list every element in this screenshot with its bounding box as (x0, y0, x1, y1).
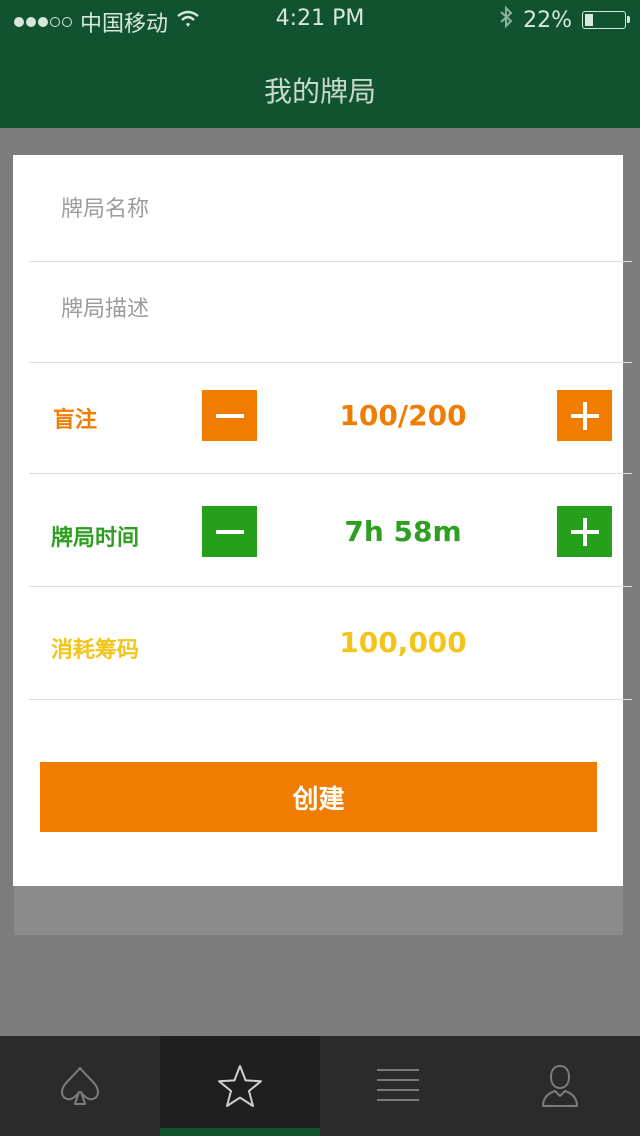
chips-row: 消耗筹码 100,000 (29, 586, 632, 700)
blinds-label: 盲注 (53, 408, 98, 433)
chips-value: 100,000 (339, 626, 467, 659)
name-row (29, 155, 632, 262)
blinds-increase-button[interactable] (557, 390, 612, 441)
duration-label: 牌局时间 (51, 526, 140, 551)
duration-value: 7h 58m (344, 515, 462, 548)
battery-percent: 22% (523, 7, 572, 33)
status-right: 22% (499, 5, 630, 35)
blinds-decrease-button[interactable] (202, 390, 257, 441)
create-button[interactable]: 创建 (40, 762, 597, 832)
star-icon (218, 1065, 262, 1107)
tab-games[interactable] (0, 1036, 160, 1136)
chips-label: 消耗筹码 (51, 638, 140, 663)
create-game-card: 盲注 100/200 牌局时间 7h 58m 消耗筹码 100,000 创建 (13, 155, 632, 886)
status-bar: 中国移动 4:21 PM 22% (0, 0, 640, 40)
navigation-bar: 我的牌局 (0, 40, 640, 128)
plus-icon (570, 401, 599, 430)
plus-icon (570, 517, 599, 546)
blinds-row: 盲注 100/200 (29, 362, 632, 474)
page-title: 我的牌局 (263, 75, 376, 108)
bluetooth-icon (499, 5, 513, 35)
minus-icon (215, 529, 244, 534)
description-row (29, 261, 632, 363)
spade-icon (61, 1067, 99, 1105)
game-description-input[interactable] (59, 283, 583, 335)
minus-icon (215, 413, 244, 418)
menu-icon (377, 1069, 419, 1101)
tab-profile[interactable] (480, 1036, 640, 1136)
tab-menu[interactable] (318, 1036, 478, 1136)
game-name-input[interactable] (59, 183, 583, 235)
duration-decrease-button[interactable] (202, 506, 257, 557)
blinds-value: 100/200 (339, 399, 467, 432)
battery-icon (582, 11, 630, 29)
duration-increase-button[interactable] (557, 506, 612, 557)
tab-favorites[interactable] (160, 1036, 320, 1136)
active-tab-indicator (160, 1128, 320, 1136)
duration-row: 牌局时间 7h 58m (29, 473, 632, 587)
tab-bar (0, 1036, 640, 1136)
user-icon (542, 1064, 578, 1107)
